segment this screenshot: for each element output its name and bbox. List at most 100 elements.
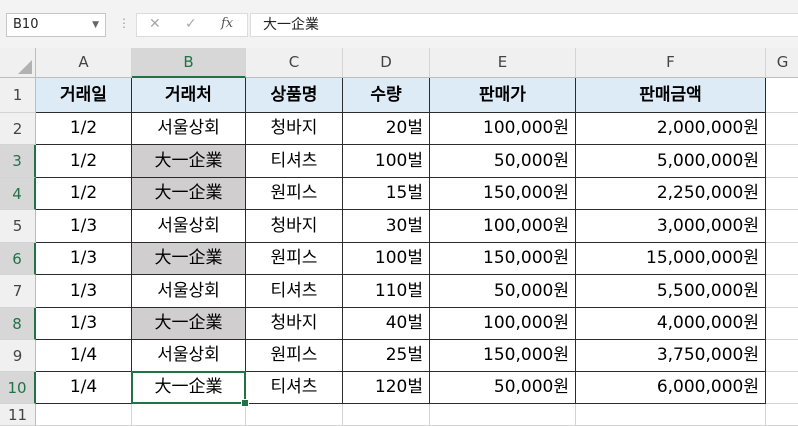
column-header-a[interactable]: A bbox=[36, 48, 132, 78]
table-cell[interactable]: 50,000원 bbox=[430, 372, 576, 404]
table-header-cell[interactable]: 거래처 bbox=[132, 78, 246, 113]
table-cell[interactable]: 2,250,000원 bbox=[576, 178, 766, 210]
column-header-g[interactable]: G bbox=[766, 48, 798, 78]
empty-cell[interactable] bbox=[36, 404, 132, 426]
table-cell[interactable]: 청바지 bbox=[246, 308, 343, 340]
row-header-2[interactable]: 2 bbox=[0, 113, 36, 145]
table-header-cell[interactable]: 판매금액 bbox=[576, 78, 766, 113]
table-cell[interactable]: 120벌 bbox=[343, 372, 430, 404]
row-header-1[interactable]: 1 bbox=[0, 78, 36, 113]
row-header-8[interactable]: 8 bbox=[0, 308, 36, 340]
table-cell[interactable]: 100,000원 bbox=[430, 113, 576, 145]
row-header-3[interactable]: 3 bbox=[0, 145, 36, 178]
table-cell[interactable]: 티셔츠 bbox=[246, 145, 343, 178]
empty-cell[interactable] bbox=[766, 404, 798, 426]
table-cell[interactable]: 5,500,000원 bbox=[576, 275, 766, 308]
table-cell[interactable]: 1/2 bbox=[36, 145, 132, 178]
table-cell[interactable]: 티셔츠 bbox=[246, 275, 343, 308]
empty-cell[interactable] bbox=[766, 178, 798, 210]
column-header-f[interactable]: F bbox=[576, 48, 766, 78]
empty-cell[interactable] bbox=[766, 113, 798, 145]
table-cell[interactable]: 1/4 bbox=[36, 372, 132, 404]
row-header-6[interactable]: 6 bbox=[0, 243, 36, 275]
table-cell[interactable]: 100,000원 bbox=[430, 210, 576, 243]
table-cell[interactable]: 원피스 bbox=[246, 243, 343, 275]
table-cell[interactable]: 100벌 bbox=[343, 243, 430, 275]
select-all-corner[interactable] bbox=[0, 48, 36, 78]
table-cell[interactable]: 50,000원 bbox=[430, 275, 576, 308]
table-cell[interactable]: 청바지 bbox=[246, 113, 343, 145]
empty-cell[interactable] bbox=[576, 404, 766, 426]
table-cell[interactable]: 大一企業 bbox=[132, 243, 246, 275]
empty-cell[interactable] bbox=[766, 243, 798, 275]
table-cell[interactable]: 大一企業 bbox=[132, 178, 246, 210]
cancel-icon[interactable]: ✕ bbox=[149, 16, 161, 32]
fill-handle[interactable] bbox=[241, 399, 249, 407]
table-cell[interactable]: 서울상회 bbox=[132, 210, 246, 243]
table-cell[interactable]: 서울상회 bbox=[132, 113, 246, 145]
table-header-cell[interactable]: 거래일 bbox=[36, 78, 132, 113]
empty-cell[interactable] bbox=[766, 145, 798, 178]
table-cell[interactable]: 150,000원 bbox=[430, 340, 576, 372]
column-header-e[interactable]: E bbox=[430, 48, 576, 78]
table-cell[interactable]: 25벌 bbox=[343, 340, 430, 372]
table-cell[interactable]: 원피스 bbox=[246, 178, 343, 210]
table-cell[interactable]: 서울상회 bbox=[132, 340, 246, 372]
table-cell[interactable]: 110벌 bbox=[343, 275, 430, 308]
table-cell[interactable]: 6,000,000원 bbox=[576, 372, 766, 404]
row-header-7[interactable]: 7 bbox=[0, 275, 36, 308]
empty-cell[interactable] bbox=[430, 404, 576, 426]
table-cell[interactable]: 청바지 bbox=[246, 210, 343, 243]
row-header-5[interactable]: 5 bbox=[0, 210, 36, 243]
table-cell[interactable]: 15벌 bbox=[343, 178, 430, 210]
column-header-c[interactable]: C bbox=[246, 48, 343, 78]
empty-cell[interactable] bbox=[343, 404, 430, 426]
empty-cell[interactable] bbox=[766, 78, 798, 113]
table-cell[interactable]: 20벌 bbox=[343, 113, 430, 145]
check-icon[interactable]: ✓ bbox=[185, 16, 197, 32]
empty-cell[interactable] bbox=[766, 372, 798, 404]
empty-cell[interactable] bbox=[132, 404, 246, 426]
table-cell[interactable]: 티셔츠 bbox=[246, 372, 343, 404]
table-cell[interactable]: 40벌 bbox=[343, 308, 430, 340]
table-header-cell[interactable]: 수량 bbox=[343, 78, 430, 113]
empty-cell[interactable] bbox=[766, 308, 798, 340]
name-box[interactable]: B10 ▼ bbox=[6, 13, 106, 37]
table-cell[interactable]: 3,750,000원 bbox=[576, 340, 766, 372]
table-cell[interactable]: 원피스 bbox=[246, 340, 343, 372]
table-cell[interactable]: 1/2 bbox=[36, 178, 132, 210]
empty-cell[interactable] bbox=[766, 275, 798, 308]
function-icon[interactable]: fx bbox=[221, 16, 233, 31]
column-header-b[interactable]: B bbox=[132, 48, 246, 78]
row-header-4[interactable]: 4 bbox=[0, 178, 36, 210]
table-cell[interactable]: 1/3 bbox=[36, 308, 132, 340]
empty-cell[interactable] bbox=[246, 404, 343, 426]
column-header-d[interactable]: D bbox=[343, 48, 430, 78]
table-cell[interactable]: 150,000원 bbox=[430, 243, 576, 275]
row-header-11[interactable]: 11 bbox=[0, 404, 36, 426]
table-cell[interactable]: 1/4 bbox=[36, 340, 132, 372]
table-cell[interactable]: 5,000,000원 bbox=[576, 145, 766, 178]
empty-cell[interactable] bbox=[766, 210, 798, 243]
table-cell[interactable]: 서울상회 bbox=[132, 275, 246, 308]
table-cell[interactable]: 1/3 bbox=[36, 210, 132, 243]
table-cell[interactable]: 30벌 bbox=[343, 210, 430, 243]
table-cell[interactable]: 100,000원 bbox=[430, 308, 576, 340]
table-cell[interactable]: 4,000,000원 bbox=[576, 308, 766, 340]
table-cell[interactable]: 1/3 bbox=[36, 275, 132, 308]
table-cell[interactable]: 2,000,000원 bbox=[576, 113, 766, 145]
table-cell[interactable]: 1/2 bbox=[36, 113, 132, 145]
row-header-9[interactable]: 9 bbox=[0, 340, 36, 372]
chevron-down-icon[interactable]: ▼ bbox=[92, 14, 99, 36]
table-cell[interactable]: 15,000,000원 bbox=[576, 243, 766, 275]
table-cell[interactable]: 1/3 bbox=[36, 243, 132, 275]
table-cell[interactable]: 50,000원 bbox=[430, 145, 576, 178]
table-cell[interactable]: 大一企業 bbox=[132, 372, 246, 404]
row-header-10[interactable]: 10 bbox=[0, 372, 36, 404]
table-cell[interactable]: 大一企業 bbox=[132, 145, 246, 178]
table-cell[interactable]: 大一企業 bbox=[132, 308, 246, 340]
table-header-cell[interactable]: 판매가 bbox=[430, 78, 576, 113]
empty-cell[interactable] bbox=[766, 340, 798, 372]
table-cell[interactable]: 100벌 bbox=[343, 145, 430, 178]
table-header-cell[interactable]: 상품명 bbox=[246, 78, 343, 113]
